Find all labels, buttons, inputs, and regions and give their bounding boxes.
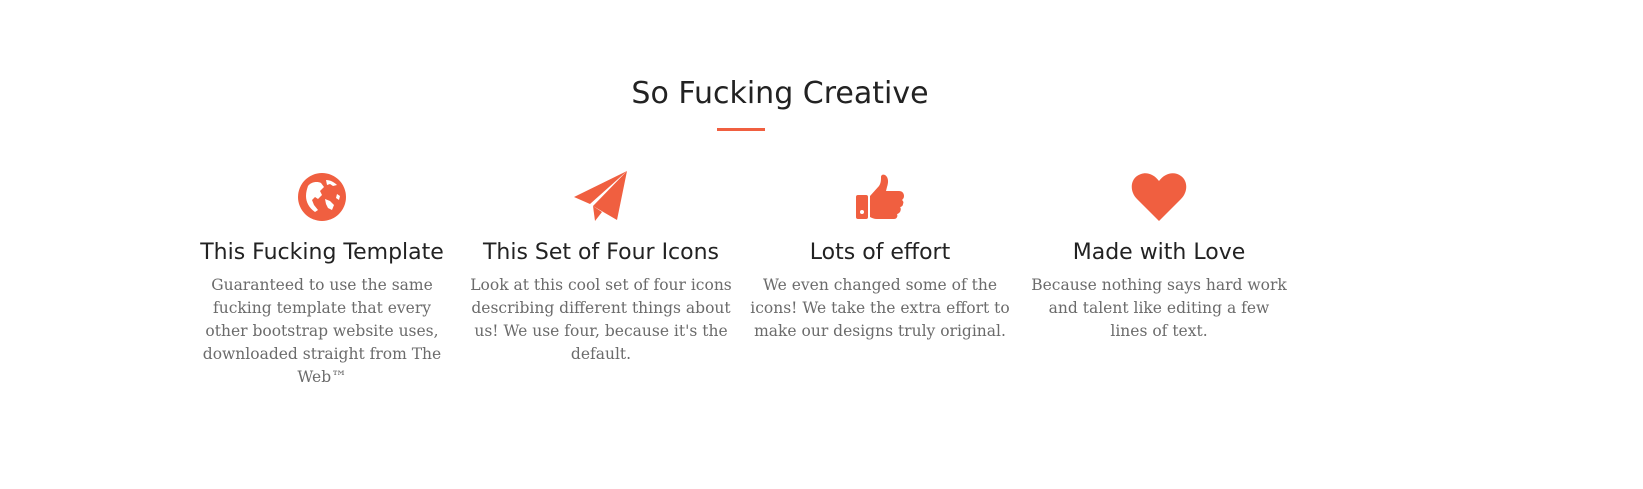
title-divider: [717, 128, 765, 131]
feature-title: This Fucking Template: [200, 240, 444, 265]
section-title: So Fucking Creative: [631, 76, 929, 111]
globe-icon: [191, 168, 453, 226]
thumbs-up-icon: [749, 168, 1011, 226]
heart-icon: [1028, 168, 1290, 226]
feature-card-love: Made with Love Because nothing says hard…: [1028, 168, 1290, 343]
services-section: So Fucking Creative This Fucking Templat…: [0, 0, 1643, 489]
feature-title: This Set of Four Icons: [482, 240, 720, 265]
paper-plane-icon: [470, 168, 732, 226]
feature-text: We even changed some of the icons! We ta…: [750, 276, 1010, 340]
feature-title: Lots of effort: [809, 240, 951, 265]
feature-card-template: This Fucking Template Guaranteed to use …: [191, 168, 453, 389]
feature-card-effort: Lots of effort We even changed some of t…: [749, 168, 1011, 343]
feature-text: Because nothing says hard work and talen…: [1031, 276, 1287, 340]
feature-text: Guaranteed to use the same fucking templ…: [202, 276, 442, 386]
feature-card-icons: This Set of Four Icons Look at this cool…: [470, 168, 732, 366]
feature-text: Look at this cool set of four icons desc…: [470, 276, 732, 363]
feature-title: Made with Love: [1072, 240, 1246, 265]
